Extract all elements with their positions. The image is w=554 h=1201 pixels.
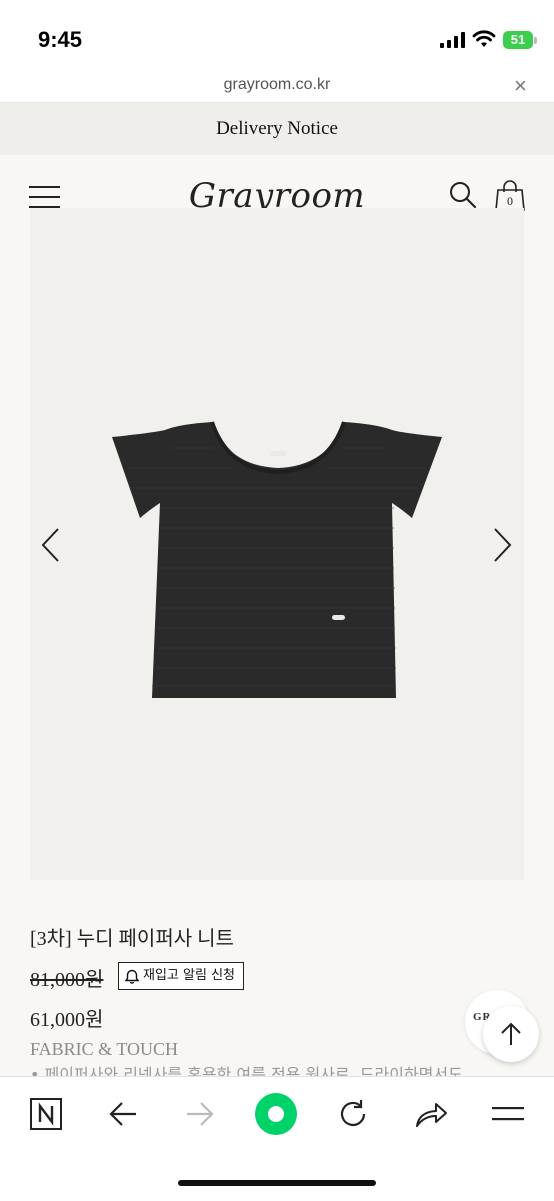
share-icon: [416, 1103, 447, 1127]
status-time: 9:45: [38, 27, 83, 52]
cart-count: 0: [507, 194, 513, 208]
restock-alert-button[interactable]: 재입고 알림 신청: [118, 962, 244, 990]
restock-alert-label: 재입고 알림 신청: [143, 968, 235, 983]
reload-icon: [340, 1100, 366, 1127]
url-text[interactable]: grayroom.co.kr: [0, 76, 554, 94]
naver-icon: [30, 1098, 62, 1130]
back-button[interactable]: [101, 1092, 145, 1136]
close-icon[interactable]: ×: [514, 73, 527, 99]
forward-arrow-icon: [187, 1102, 214, 1126]
hamburger-icon: [492, 1107, 524, 1121]
menu-button[interactable]: [486, 1092, 530, 1136]
chevron-right-icon[interactable]: [491, 527, 513, 563]
green-dot-icon: [255, 1093, 297, 1135]
fabric-section-title: FABRIC & TOUCH: [30, 1039, 179, 1059]
knit-top-image: [112, 421, 442, 698]
home-indicator: [178, 1180, 376, 1186]
delivery-notice-link[interactable]: Delivery Notice: [0, 118, 554, 140]
original-price: 81,000원: [30, 969, 104, 991]
green-dot-button[interactable]: [254, 1092, 298, 1136]
arrow-up-icon: [501, 1022, 521, 1045]
fabric-description: • 페이퍼사와 리넨사를 혼용한 여름 전용 원사로, 드라이하면서도: [30, 1065, 463, 1076]
reload-button[interactable]: [331, 1092, 375, 1136]
naver-button[interactable]: [24, 1092, 68, 1136]
signal-icon: [440, 32, 465, 48]
battery-nub: [534, 37, 537, 44]
bell-icon: [125, 969, 139, 984]
search-icon[interactable]: [449, 181, 477, 209]
battery-indicator: 51: [503, 31, 533, 49]
product-name: [3차] 누디 페이퍼사 니트: [30, 928, 234, 950]
forward-button[interactable]: [178, 1092, 222, 1136]
status-bar: [0, 0, 554, 70]
wifi-icon: [472, 30, 496, 47]
scroll-top-button[interactable]: [483, 1006, 539, 1062]
sale-price: 61,000원: [30, 1009, 104, 1031]
chevron-left-icon[interactable]: [40, 527, 62, 563]
back-arrow-icon: [109, 1102, 136, 1126]
share-button[interactable]: [409, 1092, 453, 1136]
